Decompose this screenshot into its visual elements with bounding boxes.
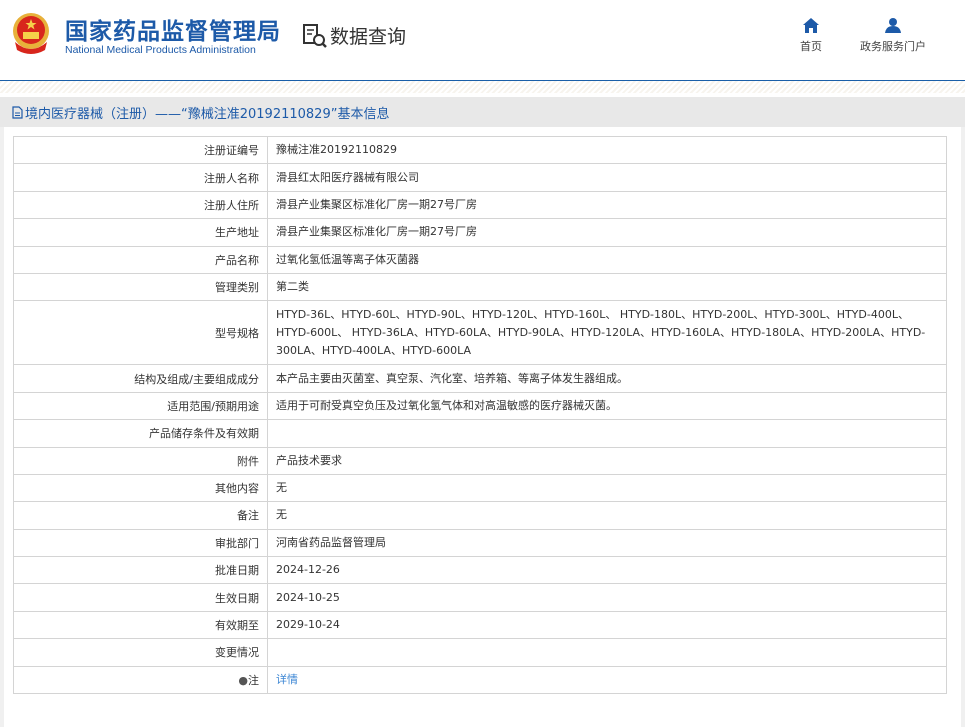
- device-info-table: 注册证编号 豫械注准20192110829 注册人名称 滑县红太阳医疗器械有限公司 注册…: [13, 135, 947, 695]
- field-value: 滑县产业集聚区标准化厂房一期27号厂房: [267, 190, 947, 220]
- field-label: 管理类别: [13, 272, 268, 302]
- field-label: 产品储存条件及有效期: [13, 419, 268, 448]
- note-value-cell: 详情: [267, 665, 947, 695]
- field-label: 批准日期: [13, 556, 268, 585]
- pin-icon: ●: [238, 673, 248, 687]
- table-row: 生产地址 滑县产业集聚区标准化厂房一期27号厂房: [13, 218, 947, 247]
- field-label: 生产地址: [13, 218, 268, 247]
- field-value: 适用于可耐受真空负压及过氧化氢气体和对高温敏感的医疗器械灭菌。: [267, 391, 947, 421]
- nav-home-label: 首页: [800, 40, 822, 53]
- table-row: 有效期至 2029-10-24: [13, 610, 947, 640]
- table-row: 管理类别 第二类: [13, 272, 947, 302]
- field-label: 有效期至: [13, 610, 268, 640]
- field-label: 变更情况: [13, 638, 268, 667]
- note-label-cell: ●注: [13, 665, 268, 695]
- table-row-note: ●注 详情: [13, 665, 947, 695]
- table-row: 备注无: [13, 501, 947, 530]
- field-label: 型号规格: [13, 300, 268, 366]
- data-query-label: 数据查询: [330, 26, 407, 48]
- field-value: 本产品主要由灭菌室、真空泵、汽化室、培养箱、等离子体发生器组成。: [267, 364, 947, 393]
- site-header: 国家药品监督管理局 National Medical Products Admi…: [0, 0, 965, 81]
- field-label: 备注: [13, 501, 268, 530]
- nav-service-portal-label: 政务服务门户: [860, 40, 926, 53]
- national-emblem-logo: [13, 13, 49, 54]
- table-row: 生效日期 2024-10-25: [13, 583, 947, 612]
- home-icon: [803, 18, 819, 33]
- field-label: 结构及组成/主要组成成分: [13, 364, 268, 393]
- field-label: 注册人名称: [13, 163, 268, 192]
- field-label: 注册证编号: [13, 135, 268, 165]
- table-row: 其他内容无: [13, 473, 947, 503]
- table-row: 变更情况: [13, 638, 947, 667]
- field-value: [267, 419, 947, 448]
- table-row: 附件 产品技术要求: [13, 446, 947, 475]
- nav-service-portal[interactable]: 政务服务门户: [860, 18, 926, 54]
- data-query-link[interactable]: 数据查询: [302, 22, 406, 49]
- field-value: 滑县产业集聚区标准化厂房一期27号厂房: [267, 218, 947, 247]
- field-value: 过氧化氢低温等离子体灭菌器: [267, 245, 947, 274]
- field-label: 生效日期: [13, 583, 268, 612]
- field-value: 2024-12-26: [267, 556, 947, 585]
- details-link[interactable]: 详情: [276, 673, 298, 686]
- document-search-icon: [303, 23, 327, 48]
- field-value: 2029-10-24: [267, 610, 947, 640]
- field-value: 河南省药品监督管理局: [267, 528, 947, 558]
- table-row: 注册证编号 豫械注准20192110829: [13, 135, 947, 165]
- field-value: 无: [267, 501, 947, 530]
- field-value: 2024-10-25: [267, 583, 947, 612]
- field-label: 产品名称: [13, 245, 268, 274]
- field-label: 其他内容: [13, 473, 268, 503]
- field-value: 无: [267, 473, 947, 503]
- field-value: 豫械注准20192110829: [267, 135, 947, 165]
- table-row: 适用范围/预期用途 适用于可耐受真空负压及过氧化氢气体和对高温敏感的医疗器械灭菌。: [13, 391, 947, 421]
- agency-name-cn: 国家药品监督管理局: [65, 19, 281, 45]
- table-row: 结构及组成/主要组成成分 本产品主要由灭菌室、真空泵、汽化室、培养箱、等离子体发生…: [13, 364, 947, 393]
- field-label: 适用范围/预期用途: [13, 391, 268, 421]
- note-label: 注: [248, 673, 259, 687]
- field-label: 审批部门: [13, 528, 268, 558]
- section-title-bar: 境内医疗器械（注册）——“豫械注准20192110829”基本信息: [0, 97, 965, 127]
- decorative-stripe: [0, 81, 965, 93]
- agency-name-en: National Medical Products Administration: [65, 44, 256, 56]
- table-row: 型号规格 HTYD-36L、HTYD-60L、HTYD-90L、HTYD-120L…: [13, 300, 947, 366]
- nav-home[interactable]: 首页: [800, 18, 822, 54]
- document-icon: [12, 105, 23, 119]
- field-value: HTYD-36L、HTYD-60L、HTYD-90L、HTYD-120L、HTY…: [267, 300, 947, 366]
- table-row: 注册人住所 滑县产业集聚区标准化厂房一期27号厂房: [13, 190, 947, 220]
- user-icon: [885, 18, 901, 33]
- table-row: 批准日期 2024-12-26: [13, 556, 947, 585]
- field-value: 滑县红太阳医疗器械有限公司: [267, 163, 947, 192]
- table-row: 审批部门 河南省药品监督管理局: [13, 528, 947, 558]
- field-value: 第二类: [267, 272, 947, 302]
- field-value: 产品技术要求: [267, 446, 947, 475]
- field-value: [267, 638, 947, 667]
- field-label: 附件: [13, 446, 268, 475]
- table-row: 产品名称 过氧化氢低温等离子体灭菌器: [13, 245, 947, 274]
- field-label: 注册人住所: [13, 190, 268, 220]
- table-row: 产品储存条件及有效期: [13, 419, 947, 448]
- section-title: 境内医疗器械（注册）——“豫械注准20192110829”基本信息: [25, 106, 390, 122]
- table-row: 注册人名称 滑县红太阳医疗器械有限公司: [13, 163, 947, 192]
